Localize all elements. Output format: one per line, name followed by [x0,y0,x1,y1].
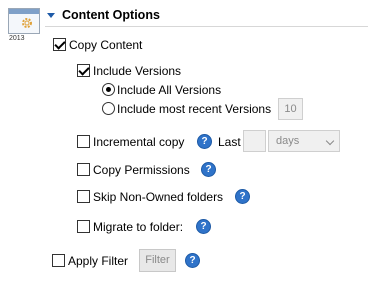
app-icon [8,8,40,34]
copy-permissions-label: Copy Permissions [93,163,190,177]
migrate-to-folder-checkbox[interactable] [77,220,90,233]
incremental-copy-label: Incremental copy [93,135,185,149]
include-versions-checkbox[interactable] [77,64,90,77]
app-year: 2013 [9,35,25,42]
apply-filter-checkbox[interactable] [52,254,65,267]
time-unit-select[interactable]: days [268,130,340,152]
incremental-copy-checkbox[interactable] [77,135,90,148]
help-icon[interactable]: ? [201,162,216,177]
section-divider [45,26,368,27]
last-value-field[interactable] [243,130,266,152]
chevron-down-icon [325,136,335,146]
help-icon[interactable]: ? [235,189,250,204]
help-icon[interactable]: ? [197,134,212,149]
include-recent-versions-label: Include most recent Versions [117,102,272,116]
include-all-versions-label: Include All Versions [117,83,222,97]
collapse-arrow-icon[interactable] [47,13,55,18]
section-title: Content Options [62,8,160,22]
apply-filter-label: Apply Filter [68,254,129,268]
gear-icon [22,18,32,28]
help-icon[interactable]: ? [185,253,200,268]
help-icon[interactable]: ? [196,219,211,234]
skip-non-owned-label: Skip Non-Owned folders [93,190,224,204]
include-all-versions-radio[interactable] [102,83,115,96]
skip-non-owned-checkbox[interactable] [77,190,90,203]
migrate-to-folder-label: Migrate to folder: [93,220,184,234]
last-label: Last [218,135,241,149]
include-recent-versions-radio[interactable] [102,102,115,115]
time-unit-value: days [276,135,300,147]
copy-content-checkbox[interactable] [53,38,66,51]
copy-content-label: Copy Content [69,38,143,52]
recent-versions-count-field[interactable]: 10 [278,98,303,120]
filter-button[interactable]: Filter [139,249,176,272]
copy-permissions-checkbox[interactable] [77,163,90,176]
include-versions-label: Include Versions [93,64,182,78]
